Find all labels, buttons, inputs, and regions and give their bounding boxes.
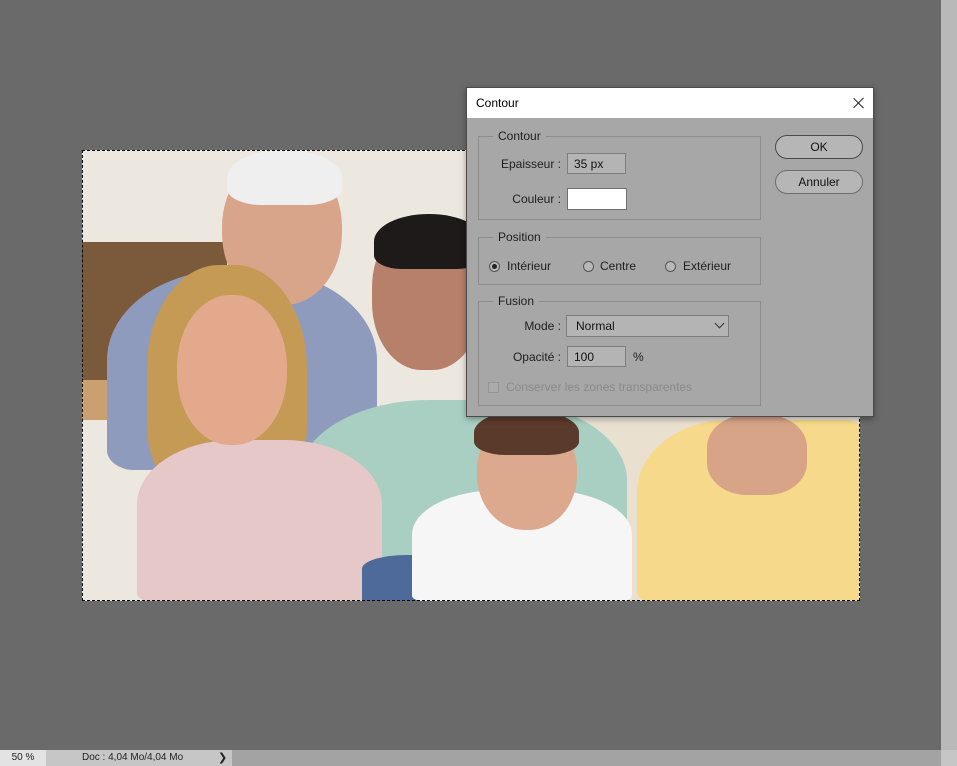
photo-grandmother-neck — [707, 415, 807, 495]
contour-dialog: Contour Contour Epaisseur : 35 px Couleu… — [466, 87, 874, 417]
preserve-transparency-label: Conserver les zones transparentes — [506, 380, 693, 394]
radio-centre[interactable] — [583, 261, 594, 272]
photo-mother-shirt — [137, 440, 382, 601]
radio-centre-label[interactable]: Centre — [600, 259, 636, 273]
mode-select-value: Normal — [576, 319, 615, 333]
opacity-label: Opacité : — [512, 350, 561, 364]
close-icon[interactable] — [851, 95, 867, 111]
opacity-unit: % — [633, 350, 644, 364]
photo-mother-head — [177, 295, 287, 445]
opacity-input[interactable]: 100 — [567, 346, 626, 367]
zoom-level[interactable]: 50 % — [0, 750, 46, 766]
mode-label: Mode : — [524, 319, 561, 333]
color-label: Couleur : — [512, 192, 561, 206]
ok-button[interactable]: OK — [775, 135, 863, 159]
contour-group-legend: Contour — [493, 129, 546, 143]
thickness-label: Epaisseur : — [500, 157, 561, 171]
fusion-group-legend: Fusion — [493, 294, 540, 308]
radio-interieur-label[interactable]: Intérieur — [507, 259, 551, 273]
thickness-input[interactable]: 35 px — [567, 153, 626, 174]
dialog-title: Contour — [476, 96, 519, 110]
radio-interieur[interactable] — [489, 261, 500, 272]
contour-group: Contour Epaisseur : 35 px Couleur : — [478, 129, 761, 220]
position-group: Position Intérieur Centre Extérieur — [478, 230, 761, 285]
color-swatch[interactable] — [567, 188, 627, 210]
doc-info: Doc : 4,04 Mo/4,04 Mo — [82, 752, 184, 763]
position-group-legend: Position — [493, 230, 546, 244]
preserve-transparency-checkbox[interactable] — [488, 382, 499, 393]
photo-grandfather-hair — [227, 150, 342, 205]
radio-exterieur[interactable] — [665, 261, 676, 272]
fusion-group: Fusion Mode : Normal Opacité : 100 % Con… — [478, 294, 761, 406]
radio-exterieur-label[interactable]: Extérieur — [683, 259, 731, 273]
status-bar: 50 % Doc : 4,04 Mo/4,04 Mo ❯ — [0, 750, 957, 766]
horizontal-scrollbar[interactable] — [232, 750, 941, 766]
mode-select[interactable]: Normal — [566, 315, 729, 337]
chevron-down-icon — [714, 318, 725, 329]
dialog-titlebar[interactable]: Contour — [467, 88, 873, 118]
vertical-scrollbar[interactable] — [941, 0, 957, 750]
status-menu-arrow-icon[interactable]: ❯ — [218, 750, 227, 766]
cancel-button[interactable]: Annuler — [775, 170, 863, 194]
